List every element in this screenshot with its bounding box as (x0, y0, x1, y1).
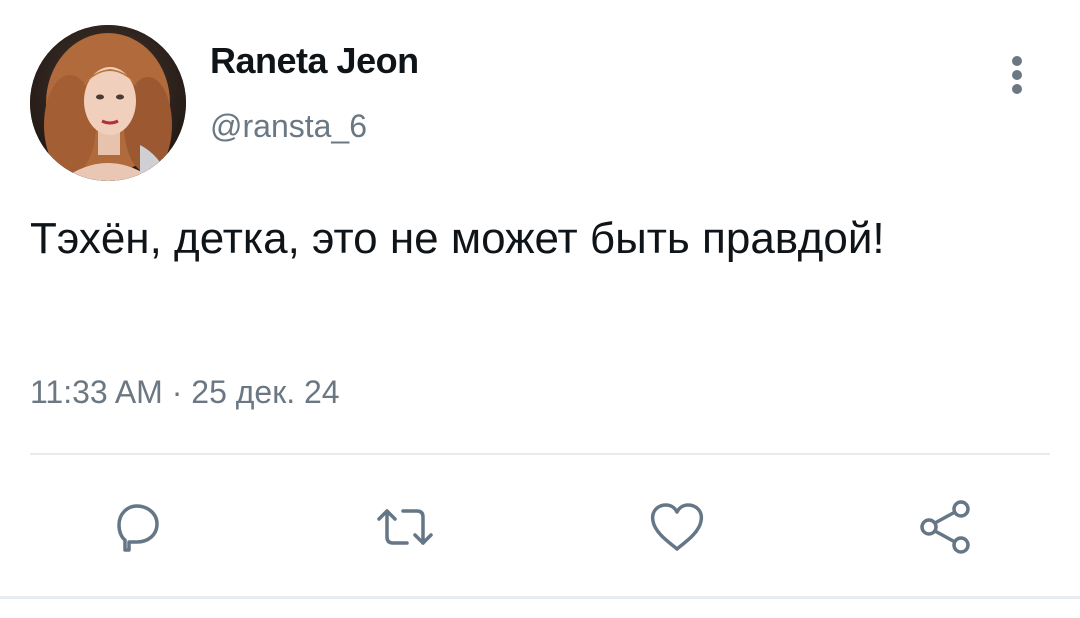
share-icon (920, 500, 970, 554)
heart-icon (650, 503, 704, 551)
tweet-text: Тэхён, детка, это не может быть правдой! (30, 214, 885, 263)
author-handle[interactable]: @ransta_6 (210, 108, 367, 145)
share-button[interactable] (910, 492, 980, 562)
retweet-icon (377, 509, 433, 545)
divider (30, 453, 1050, 455)
more-options-button[interactable] (1000, 52, 1034, 98)
tweet-timestamp[interactable]: 11:33 AM · 25 дек. 24 (30, 374, 340, 411)
author-display-name[interactable]: Raneta Jeon (210, 40, 419, 82)
avatar-photo (30, 25, 186, 181)
like-button[interactable] (642, 492, 712, 562)
more-vertical-icon (1012, 56, 1022, 66)
avatar[interactable] (30, 25, 186, 181)
reply-icon (117, 504, 159, 552)
retweet-button[interactable] (370, 492, 440, 562)
reply-button[interactable] (102, 492, 172, 562)
tweet-card: Raneta Jeon @ransta_6 Тэхён, детка, это … (0, 0, 1080, 618)
bottom-divider (0, 596, 1080, 599)
